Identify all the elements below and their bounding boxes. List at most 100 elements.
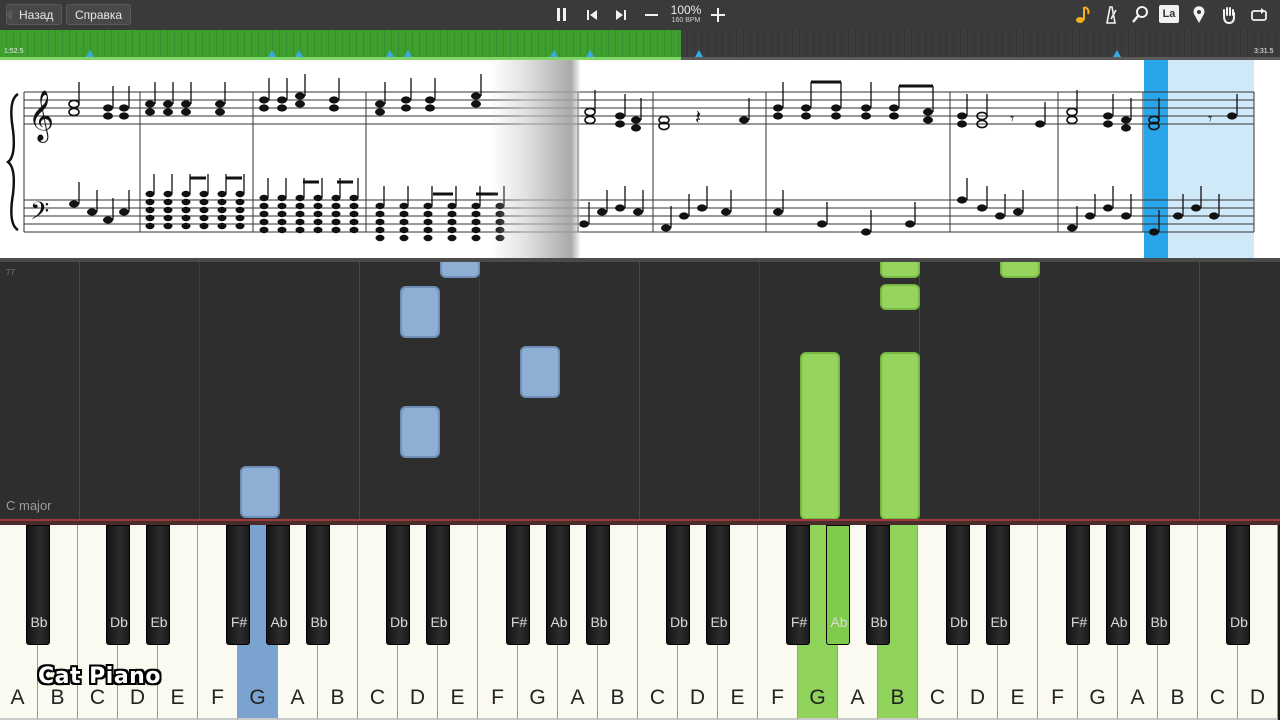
black-key-f-sharp[interactable]: F#	[1066, 525, 1090, 645]
falling-note-right-hand	[800, 352, 840, 520]
key-label: D	[409, 686, 426, 709]
key-label: Ab	[550, 614, 568, 630]
key-label: D	[689, 686, 706, 709]
roll-gridline	[359, 262, 360, 520]
key-label: B	[610, 686, 625, 709]
black-key-ab[interactable]: Ab	[266, 525, 290, 645]
black-key-ab[interactable]: Ab	[546, 525, 570, 645]
black-key-eb[interactable]: Eb	[986, 525, 1010, 645]
black-key-db[interactable]: Db	[1226, 525, 1250, 645]
key-label: Ab	[270, 614, 288, 630]
timeline-marker[interactable]	[268, 50, 276, 57]
key-label: A	[850, 686, 865, 709]
key-label: Bb	[30, 614, 48, 630]
black-key-bb[interactable]: Bb	[586, 525, 610, 645]
roll-gridline	[479, 262, 480, 520]
black-key-db[interactable]: Db	[946, 525, 970, 645]
black-key-eb[interactable]: Eb	[426, 525, 450, 645]
help-button[interactable]: Справка	[66, 4, 132, 25]
key-label: E	[730, 686, 745, 709]
timeline-marker[interactable]	[404, 50, 412, 57]
key-label: C	[369, 686, 386, 709]
timeline-marker[interactable]	[86, 50, 94, 57]
key-label: C	[649, 686, 666, 709]
back-button[interactable]: Назад	[6, 4, 63, 25]
staff-notation: 𝄞 𝄢 𝄽 𝄾 𝄾	[5, 74, 1255, 242]
black-key-bb[interactable]: Bb	[866, 525, 890, 645]
song-timeline[interactable]: 1:52.5 3:31.5	[0, 30, 1280, 60]
timeline-marker[interactable]	[386, 50, 394, 57]
falling-note-right-hand	[1000, 262, 1040, 278]
prev-icon[interactable]	[582, 5, 602, 25]
black-key-db[interactable]: Db	[386, 525, 410, 645]
key-label: Db	[390, 614, 408, 630]
pause-icon[interactable]	[552, 5, 572, 25]
note-icon[interactable]	[1072, 5, 1092, 25]
key-label: E	[170, 686, 185, 709]
key-label: B	[50, 686, 65, 709]
falling-note-left-hand	[400, 406, 440, 458]
minus-icon[interactable]	[642, 5, 662, 25]
svg-text:𝄾: 𝄾	[1208, 111, 1212, 128]
search-icon[interactable]	[1130, 5, 1150, 25]
start-time: 1:52.5	[4, 48, 24, 55]
black-key-f-sharp[interactable]: F#	[786, 525, 810, 645]
hand-icon[interactable]	[1219, 5, 1239, 25]
key-label: Db	[670, 614, 688, 630]
timeline-marker[interactable]	[1113, 50, 1121, 57]
key-label: Db	[110, 614, 128, 630]
key-label: Db	[1230, 614, 1248, 630]
roll-gridline	[639, 262, 640, 520]
loop-icon[interactable]	[1249, 5, 1269, 25]
key-label: D	[969, 686, 986, 709]
pin-icon[interactable]	[1189, 5, 1209, 25]
key-label: F	[491, 686, 504, 709]
timeline-marker[interactable]	[586, 50, 594, 57]
key-label: E	[1010, 686, 1025, 709]
key-label: D	[1249, 686, 1266, 709]
sheet-music[interactable]: 𝄞 𝄢 𝄽 𝄾 𝄾	[0, 60, 1280, 258]
key-label: C	[929, 686, 946, 709]
key-label: E	[450, 686, 465, 709]
roll-gridline	[1199, 262, 1200, 520]
key-label: F	[1051, 686, 1064, 709]
key-label: F#	[790, 614, 808, 630]
metronome-icon[interactable]	[1101, 5, 1121, 25]
roll-gridline	[79, 262, 80, 520]
key-label: C	[1209, 686, 1226, 709]
la-icon[interactable]: La	[1159, 5, 1179, 23]
bpm-value: 160 BPM	[671, 17, 701, 24]
plus-icon[interactable]	[708, 5, 728, 25]
black-key-db[interactable]: Db	[666, 525, 690, 645]
roll-gridline	[759, 262, 760, 520]
tempo-display: 100% 160 BPM	[664, 4, 708, 25]
key-label: Bb	[310, 614, 328, 630]
black-key-db[interactable]: Db	[106, 525, 130, 645]
key-label: B	[330, 686, 345, 709]
black-key-bb[interactable]: Bb	[306, 525, 330, 645]
timeline-marker[interactable]	[550, 50, 558, 57]
end-time: 3:31.5	[1254, 48, 1274, 55]
toolbar: Назад Справка 100% 160 BPM La	[0, 0, 1280, 31]
black-key-eb[interactable]: Eb	[146, 525, 170, 645]
black-key-ab[interactable]: Ab	[826, 525, 850, 645]
next-icon[interactable]	[611, 5, 631, 25]
timeline-marker[interactable]	[695, 50, 703, 57]
key-label: F#	[1070, 614, 1088, 630]
black-key-bb[interactable]: Bb	[26, 525, 50, 645]
key-label: G	[529, 686, 546, 709]
timeline-marker[interactable]	[295, 50, 303, 57]
piano-keyboard[interactable]: A B C D E F G A B C D E F G A B C D E F G A B C D E F G A B C D Bb Db Eb F#…	[0, 525, 1280, 720]
key-label: B	[890, 686, 905, 709]
note-roll	[0, 262, 1280, 520]
black-key-f-sharp[interactable]: F#	[506, 525, 530, 645]
key-label: Bb	[590, 614, 608, 630]
key-label: G	[1089, 686, 1106, 709]
svg-text:𝄞: 𝄞	[28, 90, 54, 143]
black-key-eb[interactable]: Eb	[706, 525, 730, 645]
key-label: D	[129, 686, 146, 709]
black-key-f-sharp[interactable]: F#	[226, 525, 250, 645]
falling-note-left-hand	[400, 286, 440, 338]
black-key-bb[interactable]: Bb	[1146, 525, 1170, 645]
black-key-ab[interactable]: Ab	[1106, 525, 1130, 645]
